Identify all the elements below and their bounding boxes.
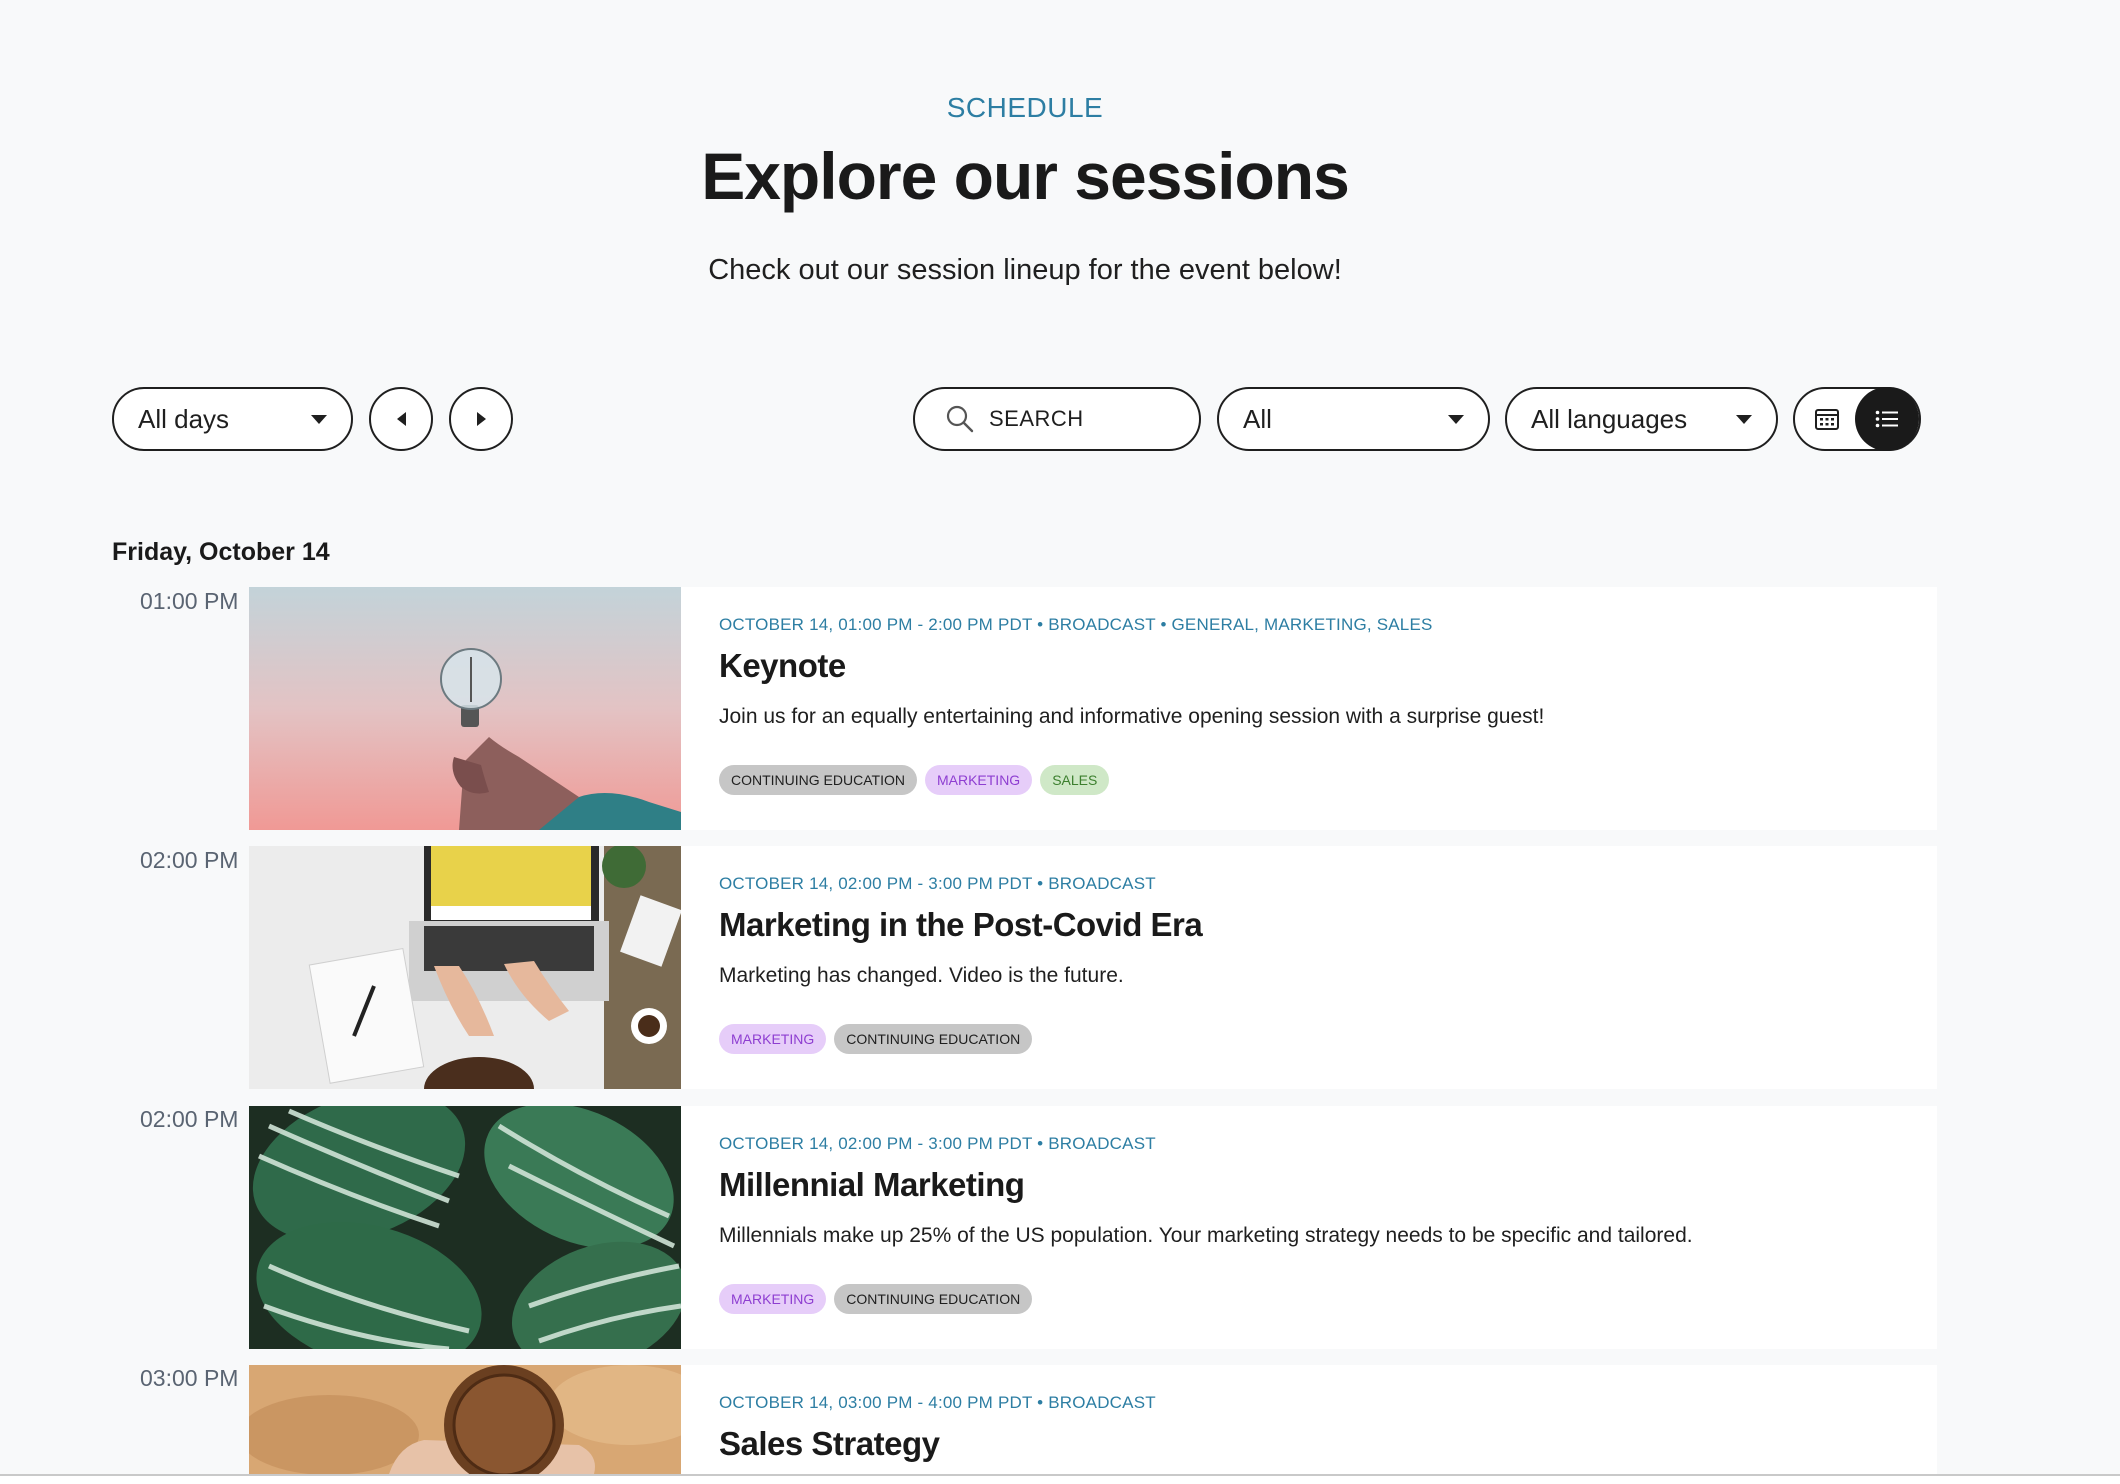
category-select-value: All	[1243, 403, 1272, 434]
chevron-down-icon	[1736, 414, 1752, 424]
session-image-lightbulb	[249, 587, 681, 830]
calendar-view-button[interactable]	[1803, 395, 1851, 443]
tag-sales[interactable]: SALES	[1040, 765, 1110, 795]
search-input[interactable]: SEARCH	[913, 387, 1201, 451]
session-description: Join us for an equally entertaining and …	[719, 705, 1545, 728]
session-image-laptop-desk	[249, 846, 681, 1089]
session-description: Millennials make up 25% of the US popula…	[719, 1224, 1693, 1247]
tag-continuing-education[interactable]: CONTINUING EDUCATION	[719, 765, 917, 795]
category-select[interactable]: All	[1217, 387, 1490, 451]
tag-marketing[interactable]: MARKETING	[719, 1284, 827, 1314]
day-select[interactable]: All days	[112, 387, 353, 451]
session-title[interactable]: Marketing in the Post-Covid Era	[719, 906, 1203, 944]
session-description: Marketing has changed. Video is the futu…	[719, 964, 1124, 987]
schedule-page: SCHEDULE Explore our sessions Check out …	[0, 0, 2120, 1484]
list-icon	[1875, 410, 1898, 428]
previous-day-button[interactable]	[369, 387, 433, 451]
session-meta: OCTOBER 14, 02:00 PM - 3:00 PM PDT • BRO…	[719, 1134, 1156, 1153]
next-day-button[interactable]	[449, 387, 513, 451]
search-placeholder: SEARCH	[989, 406, 1084, 431]
calendar-icon	[1815, 409, 1839, 430]
tag-continuing-education[interactable]: CONTINUING EDUCATION	[834, 1024, 1033, 1054]
session-title[interactable]: Millennial Marketing	[719, 1166, 1025, 1204]
session-title[interactable]: Sales Strategy	[719, 1425, 940, 1463]
session-image-leaves	[249, 1106, 681, 1349]
session-meta: OCTOBER 14, 02:00 PM - 3:00 PM PDT • BRO…	[719, 874, 1156, 893]
tag-marketing[interactable]: MARKETING	[924, 765, 1033, 795]
session-tags: MARKETING CONTINUING EDUCATION	[719, 1284, 1033, 1314]
search-icon	[946, 405, 974, 433]
list-view-button[interactable]	[1855, 387, 1919, 451]
session-time: 01:00 PM	[140, 588, 239, 614]
session-card[interactable]: OCTOBER 14, 03:00 PM - 4:00 PM PDT • BRO…	[249, 1365, 1937, 1474]
date-heading: Friday, October 14	[112, 538, 330, 566]
session-time: 02:00 PM	[140, 847, 239, 873]
session-tags: MARKETING CONTINUING EDUCATION	[719, 1024, 1033, 1054]
day-select-value: All days	[138, 403, 230, 434]
page-title: Explore our sessions	[701, 139, 1350, 213]
session-time: 03:00 PM	[140, 1365, 239, 1391]
session-tags: CONTINUING EDUCATION MARKETING SALES	[719, 765, 1110, 795]
chevron-down-icon	[1448, 414, 1464, 424]
session-title[interactable]: Keynote	[719, 647, 846, 685]
session-time: 02:00 PM	[140, 1106, 239, 1132]
section-eyebrow: SCHEDULE	[946, 92, 1104, 123]
tag-continuing-education[interactable]: CONTINUING EDUCATION	[834, 1284, 1033, 1314]
page-bottom	[0, 1476, 2120, 1484]
view-toggle	[1793, 387, 1921, 451]
arrow-right-icon	[476, 412, 486, 426]
language-select-value: All languages	[1531, 403, 1688, 434]
session-card[interactable]: OCTOBER 14, 02:00 PM - 3:00 PM PDT • BRO…	[249, 846, 1937, 1089]
session-meta: OCTOBER 14, 03:00 PM - 4:00 PM PDT • BRO…	[719, 1393, 1156, 1412]
tag-marketing[interactable]: MARKETING	[719, 1024, 827, 1054]
session-image-coin	[249, 1365, 681, 1474]
session-card[interactable]: OCTOBER 14, 01:00 PM - 2:00 PM PDT • BRO…	[249, 587, 1937, 830]
chevron-down-icon	[311, 414, 327, 424]
session-meta: OCTOBER 14, 01:00 PM - 2:00 PM PDT • BRO…	[719, 615, 1433, 634]
arrow-left-icon	[396, 412, 406, 426]
session-card[interactable]: OCTOBER 14, 02:00 PM - 3:00 PM PDT • BRO…	[249, 1106, 1937, 1349]
language-select[interactable]: All languages	[1505, 387, 1778, 451]
page-subtitle: Check out our session lineup for the eve…	[708, 254, 1342, 286]
